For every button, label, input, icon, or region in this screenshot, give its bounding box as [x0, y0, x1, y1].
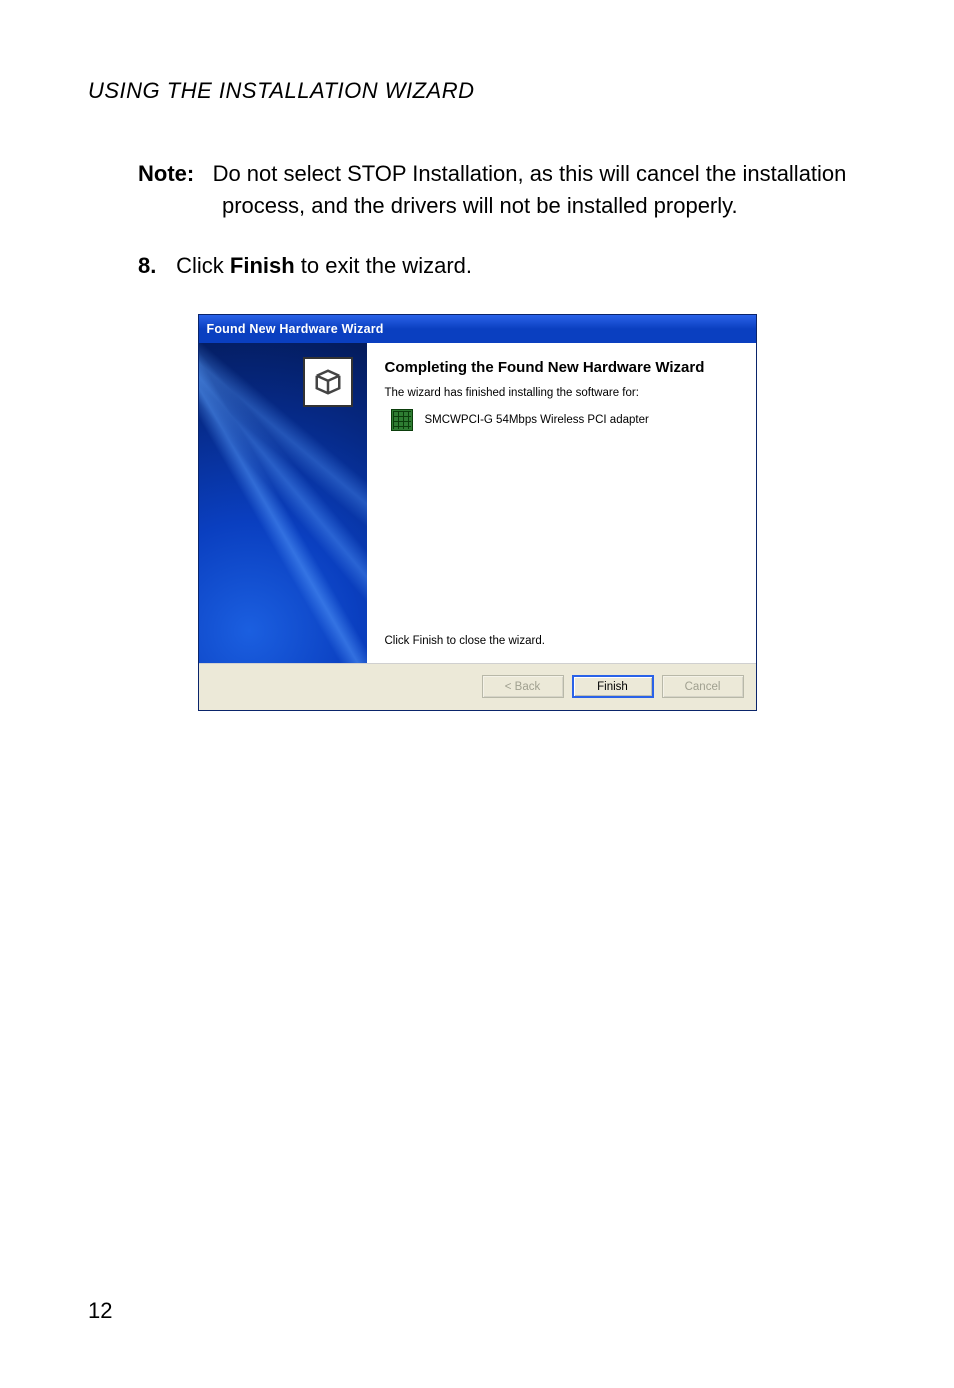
step-number: 8. — [138, 250, 170, 282]
wizard-heading: Completing the Found New Hardware Wizard — [385, 359, 742, 378]
device-name: SMCWPCI-G 54Mbps Wireless PCI adapter — [425, 414, 649, 426]
dialog-titlebar: Found New Hardware Wizard — [199, 315, 756, 343]
dialog-upper: Completing the Found New Hardware Wizard… — [199, 343, 756, 664]
step-text-suffix: to exit the wizard. — [295, 253, 472, 278]
finish-button[interactable]: Finish — [572, 675, 654, 698]
dialog-button-row: < Back Finish Cancel — [199, 664, 756, 710]
step-text-bold: Finish — [230, 253, 295, 278]
dialog-client-area: Completing the Found New Hardware Wizard… — [199, 343, 756, 710]
page-number: 12 — [88, 1298, 112, 1324]
wizard-badge-icon — [303, 357, 353, 407]
wizard-subtext: The wizard has finished installing the s… — [385, 387, 742, 399]
back-button: < Back — [482, 675, 564, 698]
running-header: USING THE INSTALLATION WIZARD — [88, 78, 866, 104]
dialog-title: Found New Hardware Wizard — [207, 322, 384, 336]
found-new-hardware-wizard-dialog: Found New Hardware Wizard Completing the… — [198, 314, 757, 711]
wizard-side-image — [199, 343, 367, 663]
note-text: Do not select STOP Installation, as this… — [213, 161, 847, 218]
network-adapter-icon — [391, 409, 413, 431]
step-8: 8. Click Finish to exit the wizard. — [138, 250, 866, 282]
step-text-prefix: Click — [176, 253, 230, 278]
wizard-content-pane: Completing the Found New Hardware Wizard… — [367, 343, 756, 663]
wizard-close-hint: Click Finish to close the wizard. — [385, 635, 742, 653]
note-block: Note: Do not select STOP Installation, a… — [138, 158, 866, 222]
device-row: SMCWPCI-G 54Mbps Wireless PCI adapter — [391, 409, 742, 431]
note-label: Note: — [138, 161, 194, 186]
cancel-button: Cancel — [662, 675, 744, 698]
